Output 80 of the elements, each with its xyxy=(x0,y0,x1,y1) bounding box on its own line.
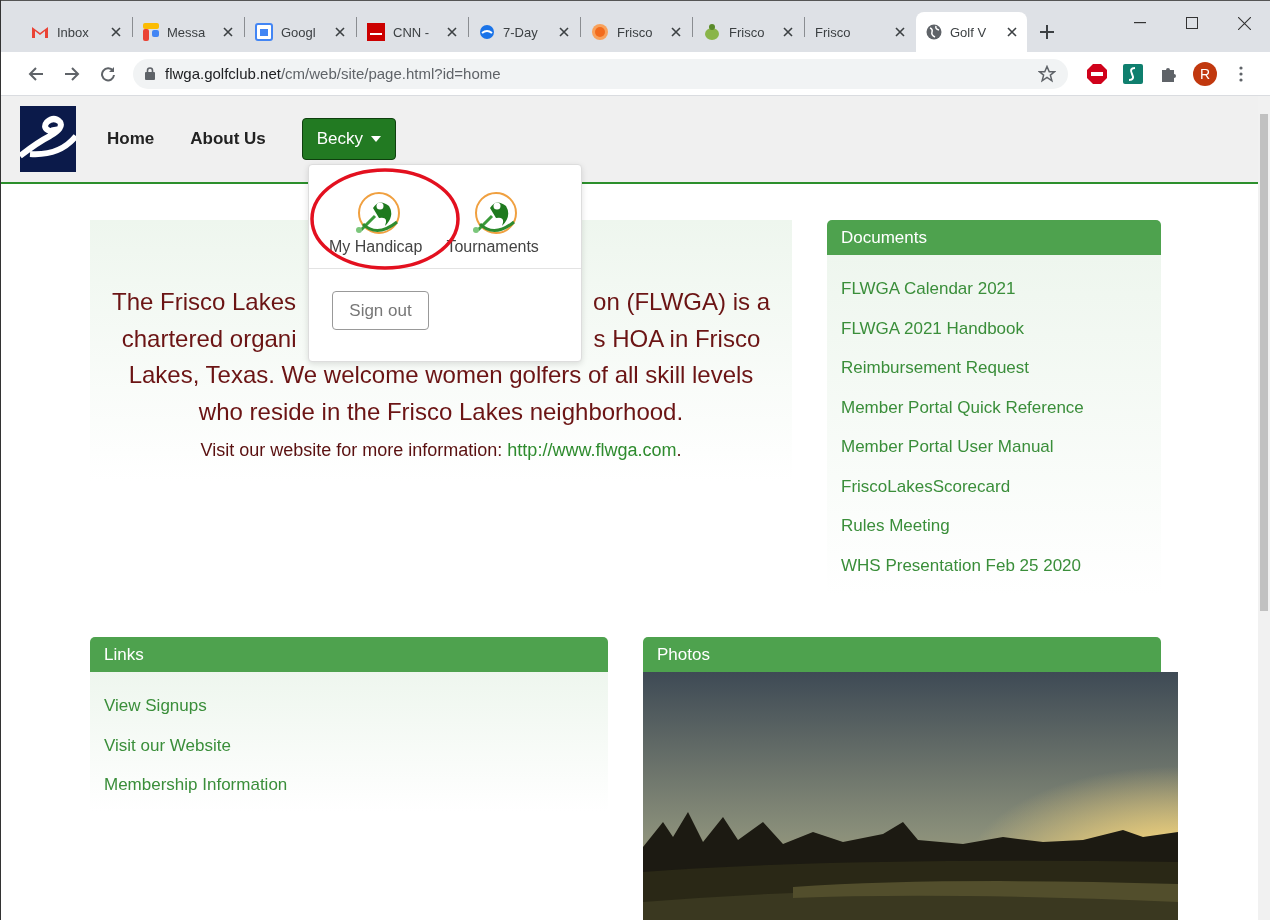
news-icon xyxy=(367,23,385,41)
url-text: flwga.golfclub.net/cm/web/site/page.html?id=home xyxy=(165,65,502,82)
document-link[interactable]: Reimbursement Request xyxy=(841,348,1147,388)
globe-icon xyxy=(926,24,942,40)
address-bar[interactable]: flwga.golfclub.net/cm/web/site/page.html?id=home xyxy=(133,58,1068,89)
document-link[interactable]: WHS Presentation Feb 25 2020 xyxy=(841,545,1147,585)
chat-icon xyxy=(143,23,159,41)
back-icon[interactable] xyxy=(28,65,44,82)
menu-icon[interactable] xyxy=(1239,65,1243,82)
close-icon[interactable] xyxy=(1007,27,1017,37)
logo[interactable] xyxy=(20,106,76,172)
profile-avatar[interactable]: R xyxy=(1193,61,1217,86)
tab-title: Frisco xyxy=(729,24,766,40)
extension-icon[interactable] xyxy=(1123,63,1143,84)
browser-tab[interactable]: Frisco xyxy=(805,12,916,52)
weather-icon xyxy=(479,24,495,40)
tab-title: CNN - xyxy=(393,24,431,40)
intro-text: The Frisco Lakes xyxy=(112,287,297,317)
lock-icon xyxy=(145,67,155,80)
tab-title: 7-Day xyxy=(503,24,539,40)
document-link[interactable]: FriscoLakesScorecard xyxy=(841,466,1147,506)
card-header: Links xyxy=(90,637,608,672)
bug-icon xyxy=(703,23,721,41)
tab-title: Frisco xyxy=(617,24,654,40)
website-link[interactable]: http://www.flwga.com xyxy=(507,440,677,460)
document-link[interactable]: FLWGA Calendar 2021 xyxy=(841,269,1147,309)
browser-tab[interactable]: Messa xyxy=(133,12,244,52)
tab-title: Googl xyxy=(281,24,317,40)
star-icon[interactable] xyxy=(1038,64,1056,83)
intro-text: who reside in the Frisco Lakes neighborhood. xyxy=(198,396,684,427)
browser-tab[interactable]: 7-Day xyxy=(469,12,580,52)
close-icon[interactable] xyxy=(895,27,905,37)
tab-title: Golf V xyxy=(950,24,988,40)
menu-item[interactable]: Tournaments xyxy=(446,190,539,256)
browser-tab[interactable]: CNN - xyxy=(357,12,468,52)
browser-tab[interactable]: Inbox xyxy=(21,12,132,52)
close-icon[interactable] xyxy=(559,27,569,37)
nav-link[interactable]: About Us xyxy=(190,129,266,149)
nav-link[interactable]: Home xyxy=(107,129,155,149)
caret-icon xyxy=(371,136,382,142)
close-icon[interactable] xyxy=(671,27,681,37)
calendar-icon xyxy=(255,23,273,41)
intro-text: chartered organi xyxy=(121,323,297,354)
new-tab-icon[interactable] xyxy=(1040,25,1054,39)
mail-icon xyxy=(31,25,49,39)
close-icon[interactable] xyxy=(111,27,121,37)
browser-tab[interactable]: Golf V xyxy=(916,12,1027,52)
forward-icon[interactable] xyxy=(64,65,80,82)
browser-tab[interactable]: Googl xyxy=(245,12,356,52)
minimize-icon[interactable] xyxy=(1134,22,1146,24)
tab-title: Frisco xyxy=(815,24,852,40)
card-header: Photos xyxy=(643,637,1161,672)
intro-text: on (FLWGA) is a xyxy=(593,287,770,317)
close-icon[interactable] xyxy=(1237,16,1251,30)
link[interactable]: Membership Information xyxy=(104,765,594,805)
close-icon[interactable] xyxy=(783,27,793,37)
reload-icon[interactable] xyxy=(100,65,116,82)
sun-icon xyxy=(591,23,609,41)
tab-title: Inbox xyxy=(57,24,90,40)
user-menu-button[interactable]: Becky xyxy=(301,118,397,160)
document-link[interactable]: Member Portal Quick Reference xyxy=(841,387,1147,427)
document-link[interactable]: Member Portal User Manual xyxy=(841,427,1147,467)
stop-sign-icon[interactable] xyxy=(1086,62,1108,85)
visit-text: Visit our website for more information: http://www.flwga.com. xyxy=(200,440,682,461)
maximize-icon[interactable] xyxy=(1186,17,1198,29)
scrollbar[interactable] xyxy=(1260,114,1268,611)
close-icon[interactable] xyxy=(223,27,233,37)
sign-out-button[interactable]: Sign out xyxy=(332,291,429,330)
card-header: Documents xyxy=(827,220,1161,255)
close-icon[interactable] xyxy=(447,27,457,37)
intro-text: s HOA in Frisco xyxy=(593,323,761,354)
intro-text: Lakes, Texas. We welcome women golfers of all skill levels xyxy=(128,360,754,390)
tab-title: Messa xyxy=(167,24,207,40)
document-link[interactable]: Rules Meeting xyxy=(841,506,1147,546)
link[interactable]: Visit our Website xyxy=(104,725,594,765)
link[interactable]: View Signups xyxy=(104,686,594,726)
close-icon[interactable] xyxy=(335,27,345,37)
browser-tab[interactable]: Frisco xyxy=(581,12,692,52)
document-link[interactable]: FLWGA 2021 Handbook xyxy=(841,308,1147,348)
browser-tab[interactable]: Frisco xyxy=(693,12,804,52)
